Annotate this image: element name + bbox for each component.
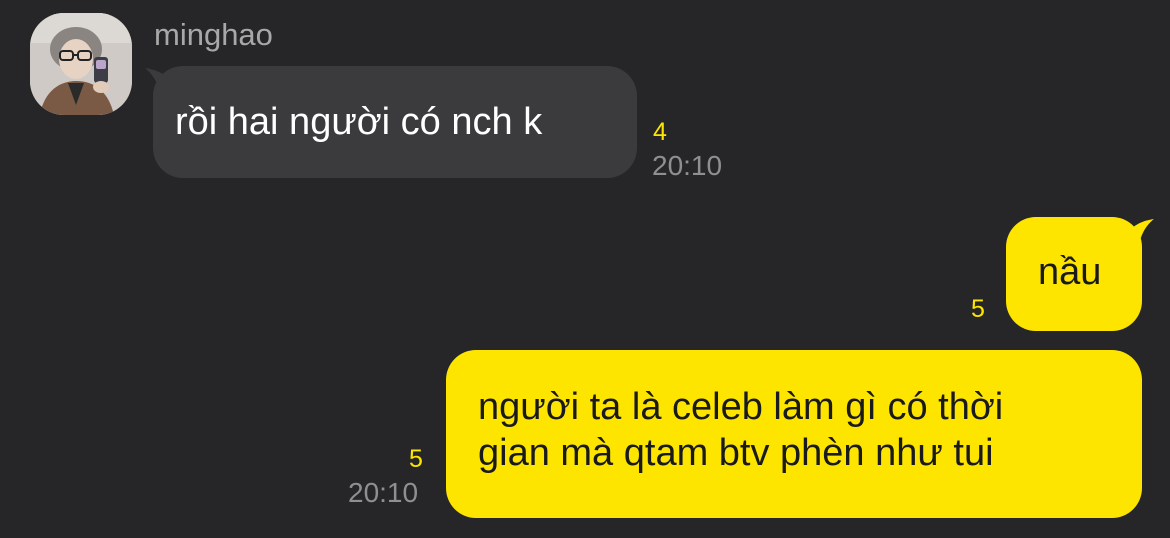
- unread-count: 5: [971, 295, 985, 323]
- unread-count: 4: [653, 118, 667, 146]
- incoming-message-bubble[interactable]: rồi hai người có nch k: [153, 66, 637, 178]
- sender-name: minghao: [154, 17, 273, 52]
- outgoing-message-bubble[interactable]: người ta là celeb làm gì có thời gian mà…: [446, 350, 1142, 518]
- message-timestamp: 20:10: [348, 477, 419, 508]
- outgoing-message-line: người ta là celeb làm gì có thời: [478, 386, 1004, 428]
- unread-count: 5: [409, 445, 423, 473]
- sender-avatar[interactable]: [30, 13, 132, 115]
- outgoing-message-bubble[interactable]: nầu: [1006, 217, 1142, 331]
- outgoing-message-line: gian mà qtam btv phèn như tui: [478, 432, 994, 474]
- outgoing-message-text: nầu: [1038, 251, 1102, 293]
- message-timestamp: 20:10: [652, 150, 723, 181]
- avatar-photo-icon: [30, 13, 132, 115]
- incoming-message-text: rồi hai người có nch k: [175, 101, 543, 143]
